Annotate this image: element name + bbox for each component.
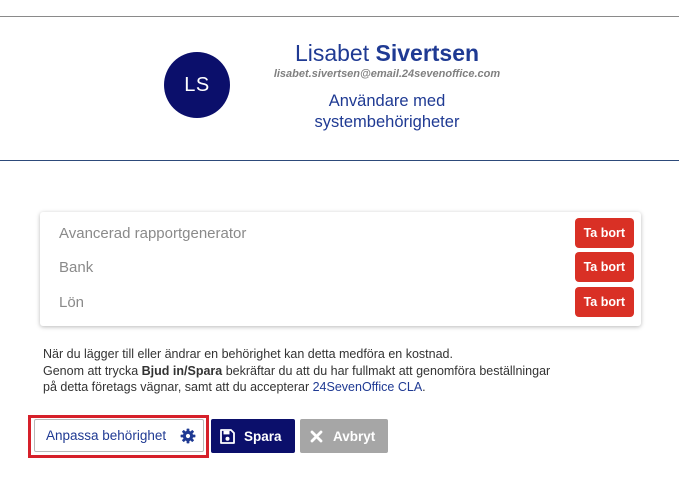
remove-permission-button[interactable]: Ta bort [574, 252, 634, 282]
notice-line2: Genom att trycka Bjud in/Spara bekräftar… [43, 363, 643, 380]
permission-label: Bank [59, 259, 94, 276]
save-label: Spara [244, 428, 282, 444]
cancel-button[interactable]: Avbryt [300, 419, 388, 453]
user-name: Lisabet Sivertsen [256, 39, 518, 67]
customize-permission-button[interactable]: Anpassa behörighet [34, 419, 204, 452]
customize-permission-label: Anpassa behörighet [46, 428, 167, 443]
notice-line3: på detta företags vägnar, samt att du ac… [43, 379, 643, 396]
cla-link[interactable]: 24SevenOffice CLA [313, 380, 423, 394]
user-info: Lisabet Sivertsen lisabet.sivertsen@emai… [256, 39, 518, 133]
header-divider [0, 160, 679, 161]
floppy-disk-icon [220, 428, 235, 444]
permission-label: Lön [59, 294, 85, 311]
permission-label: Avancerad rapportgenerator [59, 225, 247, 242]
user-email: lisabet.sivertsen@email.24sevenoffice.co… [273, 68, 501, 80]
user-header: LS Lisabet Sivertsen lisabet.sivertsen@e… [0, 17, 679, 161]
avatar: LS [164, 52, 230, 118]
remove-permission-button[interactable]: Ta bort [574, 287, 634, 317]
cost-notice: När du lägger till eller ändrar en behör… [43, 346, 643, 396]
action-bar: Anpassa behörighet Spara Avbryt [0, 414, 679, 459]
permissions-card: Avancerad rapportgenerator Ta bort Bank … [40, 212, 641, 326]
x-icon [310, 430, 323, 443]
notice-line1: När du lägger till eller ändrar en behör… [43, 347, 453, 361]
user-role-line2: systembehörigheter [314, 113, 460, 131]
user-role-line1: Användare med [328, 92, 446, 110]
user-first-name: Lisabet [294, 40, 370, 66]
permission-row: Bank Ta bort [40, 250, 641, 284]
remove-permission-button[interactable]: Ta bort [574, 218, 634, 248]
permission-row: Lön Ta bort [40, 285, 641, 319]
permission-row: Avancerad rapportgenerator Ta bort [40, 216, 641, 250]
user-role: Användare med systembehörigheter [256, 91, 518, 133]
notice-line2-pre: Genom att trycka [43, 363, 142, 378]
user-last-name: Sivertsen [375, 40, 480, 66]
notice-line3-pre: på detta företags vägnar, samt att du ac… [43, 380, 313, 394]
notice-line2-bold: Bjud in/Spara [141, 363, 223, 378]
cancel-label: Avbryt [333, 428, 376, 444]
gear-icon [180, 428, 196, 444]
notice-line3-post: . [422, 380, 426, 394]
notice-line2-post: bekräftar du att du har fullmakt att gen… [222, 363, 551, 378]
save-button[interactable]: Spara [211, 419, 295, 453]
